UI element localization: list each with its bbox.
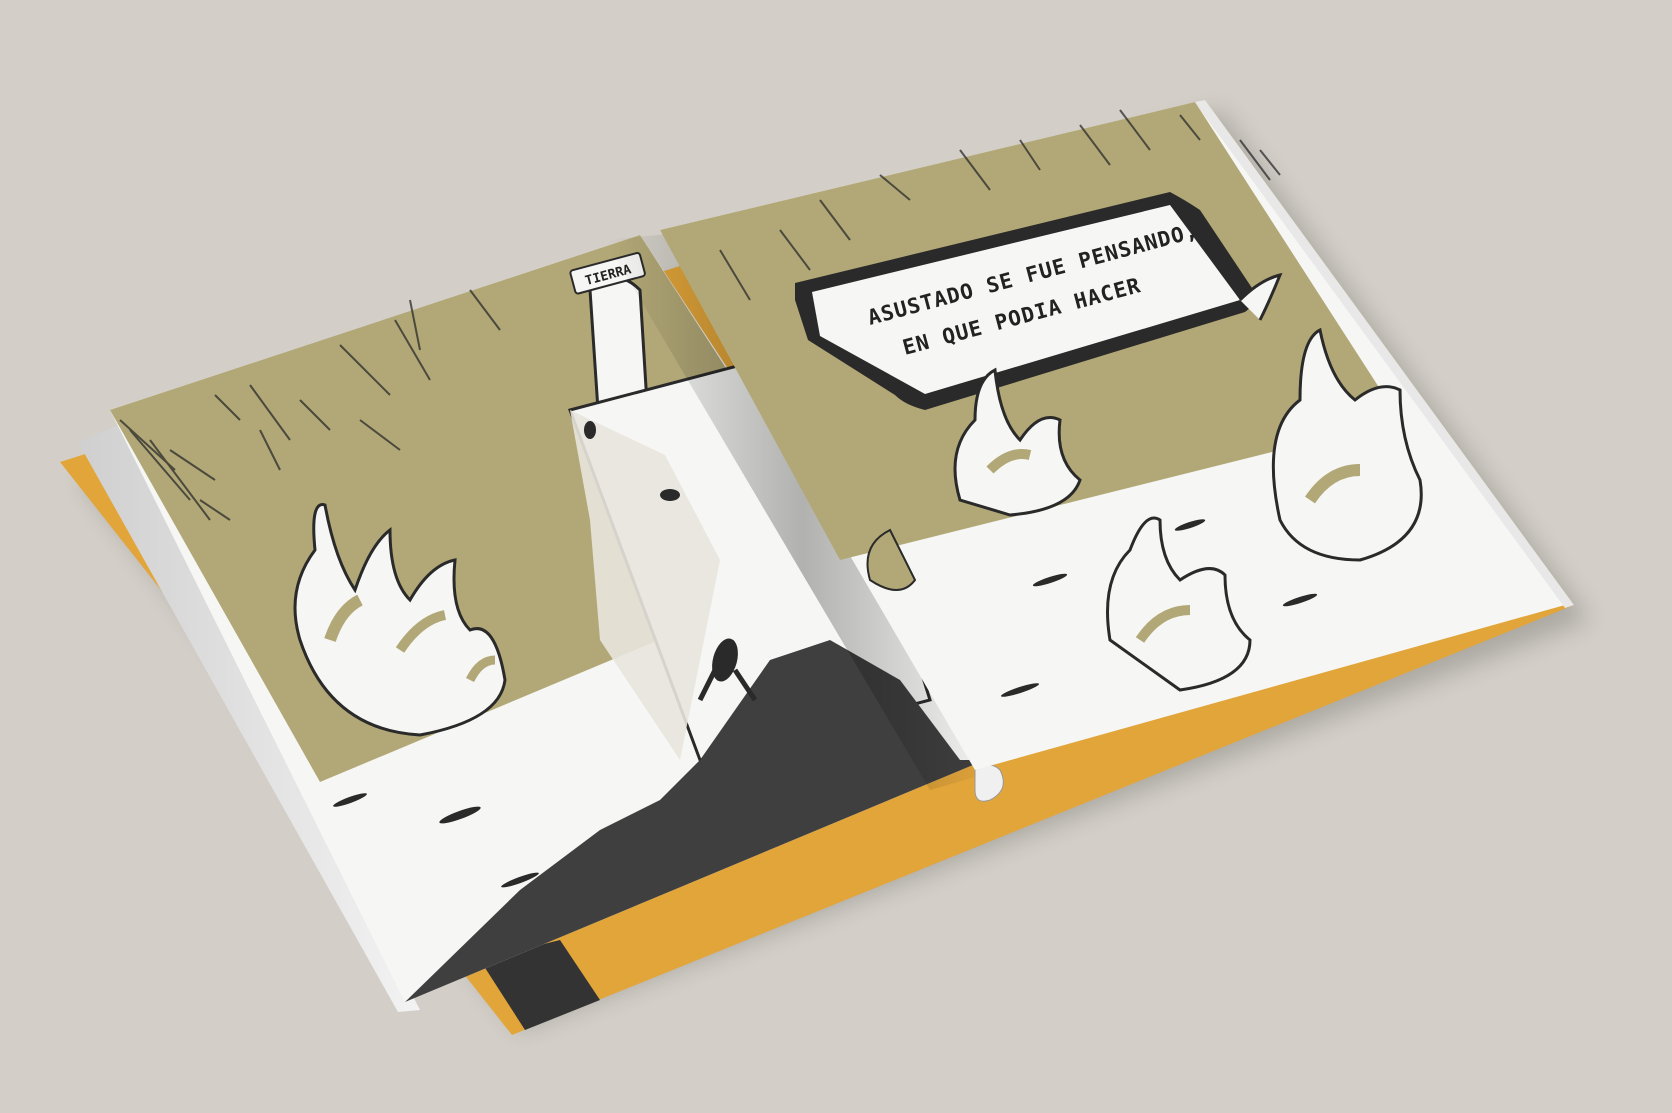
book-scene: TIERRA ASUSTADO SE FUE PENSANDO, EN QUE … [60,100,1590,1035]
